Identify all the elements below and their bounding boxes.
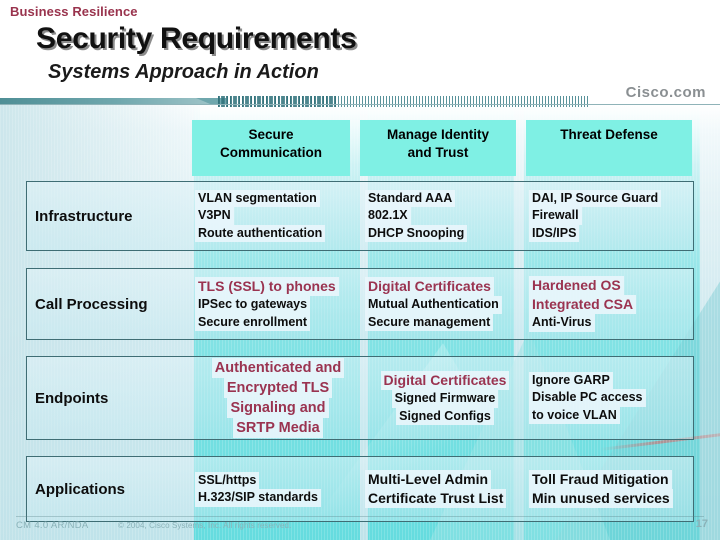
cell-call-processing-manage-identity: Digital Certificates Mutual Authenticati… [365,269,525,339]
footer-divider [16,516,704,517]
text-group: TLS (SSL) to phones IPSec to gateways Se… [195,277,361,331]
cell-endpoints-secure-communication: Authenticated and Encrypted TLS Signalin… [195,357,361,439]
footer-left-label: CM 4.0 AR/NDA [16,520,89,531]
cell-infrastructure-manage-identity: Standard AAA 802.1X DHCP Snooping [365,182,525,250]
cell-line: Firewall [529,207,582,225]
cell-line: Secure enrollment [195,313,311,331]
brand-label: Cisco.com [625,84,706,101]
text-group: Standard AAA 802.1X DHCP Snooping [365,189,525,243]
cell-line: Toll Fraud Mitigation [529,470,672,489]
column-header-line1: Threat Defense [560,127,658,142]
table-row: Call Processing TLS (SSL) to phones IPSe… [26,268,694,340]
slide-canvas: Business Resilience Security Requirement… [0,0,720,540]
column-header-threat-defense: Threat Defense [526,120,692,176]
rule-underline [0,104,720,105]
column-header-line2: Communication [219,145,322,160]
table-row: Endpoints Authenticated and Encrypted TL… [26,356,694,440]
cell-line: Ignore GARP [529,371,613,390]
column-header-line1: Manage Identity [386,127,489,142]
kicker-text: Business Resilience [10,4,138,19]
cell-line: Anti-Virus [529,314,595,332]
cell-line: Mutual Authentication [365,296,502,314]
cell-line: to voice VLAN [529,406,620,425]
cell-line: Certificate Trust List [365,489,507,508]
cell-line: SSL/https [195,471,260,489]
text-group: Authenticated and Encrypted TLS Signalin… [211,358,345,438]
text-group: Multi-Level Admin Certificate Trust List [365,470,525,508]
cell-line: Disable PC access [529,389,646,407]
text-group: Ignore GARP Disable PC access to voice V… [529,371,693,425]
cell-line: DHCP Snooping [365,224,468,243]
cell-line-highlight: Hardened OS [529,276,624,296]
cell-line: VLAN segmentation [195,189,320,208]
cell-line: Multi-Level Admin [365,470,492,489]
page-title: Security Requirements [36,22,357,55]
cell-line: Min unused services [529,489,673,508]
cell-infrastructure-threat-defense: DAI, IP Source Guard Firewall IDS/IPS [529,182,693,250]
cell-line: IPSec to gateways [195,296,311,314]
cell-line: Signed Firmware [391,390,499,408]
rule-barcode-dense [218,96,338,107]
cell-line-highlight: Authenticated and [211,358,345,378]
page-subtitle: Systems Approach in Action [48,61,319,83]
text-group: Hardened OS Integrated CSA Anti-Virus [529,276,693,332]
table-row: Infrastructure VLAN segmentation V3PN Ro… [26,181,694,251]
text-group: DAI, IP Source Guard Firewall IDS/IPS [529,189,693,243]
cell-line-highlight: Encrypted TLS [223,378,333,398]
column-header-line1: Secure [248,127,294,142]
footer-copyright: © 2004, Cisco Systems, Inc. All rights r… [118,521,292,530]
text-group: Digital Certificates Signed Firmware Sig… [380,371,510,425]
cell-line: Route authentication [195,224,326,243]
cell-line-highlight: Integrated CSA [529,295,637,315]
header-rule-bar [0,96,720,107]
cell-line: Signed Configs [396,407,494,425]
cell-applications-manage-identity: Multi-Level Admin Certificate Trust List [365,457,525,521]
text-group: Toll Fraud Mitigation Min unused service… [529,470,693,508]
cell-line: IDS/IPS [529,224,580,243]
cell-line: Standard AAA [365,189,456,208]
text-group: VLAN segmentation V3PN Route authenticat… [195,189,361,243]
cell-line: Secure management [365,313,494,331]
cell-applications-threat-defense: Toll Fraud Mitigation Min unused service… [529,457,693,521]
cell-line-highlight: SRTP Media [233,418,323,438]
cell-call-processing-secure-communication: TLS (SSL) to phones IPSec to gateways Se… [195,269,361,339]
footer-page-number: 17 [695,518,708,530]
cell-endpoints-manage-identity: Digital Certificates Signed Firmware Sig… [365,357,525,439]
cell-line: V3PN [195,207,234,225]
text-group: SSL/https H.323/SIP standards [195,471,361,507]
cell-line: 802.1X [365,207,411,225]
cell-line-highlight: Signaling and [227,398,329,418]
cell-line-highlight: Digital Certificates [380,371,510,390]
cell-line-highlight: TLS (SSL) to phones [195,277,339,296]
cell-call-processing-threat-defense: Hardened OS Integrated CSA Anti-Virus [529,269,693,339]
row-label-call-processing: Call Processing [35,295,148,313]
cell-line: DAI, IP Source Guard [529,189,662,208]
cell-line: H.323/SIP standards [195,489,321,507]
row-label-applications: Applications [35,480,126,498]
column-header-secure-communication: Secure Communication [192,120,350,176]
table-row: Applications SSL/https H.323/SIP standar… [26,456,694,522]
cell-line-highlight: Digital Certificates [365,277,494,296]
cell-applications-secure-communication: SSL/https H.323/SIP standards [195,457,361,521]
column-header-manage-identity-and-trust: Manage Identity and Trust [360,120,516,176]
row-label-endpoints: Endpoints [35,389,109,407]
row-label-infrastructure: Infrastructure [35,207,133,225]
text-group: Digital Certificates Mutual Authenticati… [365,277,525,331]
column-header-line2: and Trust [407,145,469,160]
cell-infrastructure-secure-communication: VLAN segmentation V3PN Route authenticat… [195,182,361,250]
cell-endpoints-threat-defense: Ignore GARP Disable PC access to voice V… [529,357,693,439]
